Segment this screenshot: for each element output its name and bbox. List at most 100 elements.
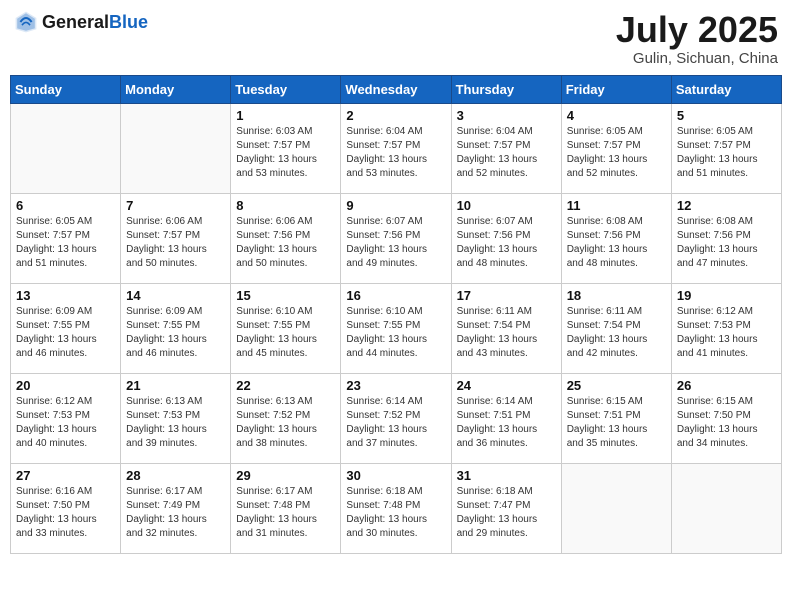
day-number: 20 bbox=[16, 378, 115, 393]
day-number: 27 bbox=[16, 468, 115, 483]
day-number: 4 bbox=[567, 108, 666, 123]
day-info: Sunrise: 6:18 AM Sunset: 7:48 PM Dayligh… bbox=[346, 485, 445, 541]
calendar-day-cell: 16 Sunrise: 6:10 AM Sunset: 7:55 PM Dayli… bbox=[341, 283, 451, 373]
day-info: Sunrise: 6:05 AM Sunset: 7:57 PM Dayligh… bbox=[567, 125, 666, 181]
day-info: Sunrise: 6:03 AM Sunset: 7:57 PM Dayligh… bbox=[236, 125, 335, 181]
calendar-day-cell: 23 Sunrise: 6:14 AM Sunset: 7:52 PM Dayli… bbox=[341, 373, 451, 463]
calendar-week-row: 27 Sunrise: 6:16 AM Sunset: 7:50 PM Dayli… bbox=[11, 463, 782, 553]
day-number: 25 bbox=[567, 378, 666, 393]
calendar-day-cell: 14 Sunrise: 6:09 AM Sunset: 7:55 PM Dayli… bbox=[121, 283, 231, 373]
day-info: Sunrise: 6:13 AM Sunset: 7:53 PM Dayligh… bbox=[126, 395, 225, 451]
day-info: Sunrise: 6:12 AM Sunset: 7:53 PM Dayligh… bbox=[677, 305, 776, 361]
calendar-day-cell: 24Sunrise: 6:14 AM Sunset: 7:51 PM Dayli… bbox=[451, 373, 561, 463]
day-number: 5 bbox=[677, 108, 776, 123]
calendar-day-cell: 28Sunrise: 6:17 AM Sunset: 7:49 PM Dayli… bbox=[121, 463, 231, 553]
day-info: Sunrise: 6:05 AM Sunset: 7:57 PM Dayligh… bbox=[677, 125, 776, 181]
month-title: July 2025 bbox=[616, 10, 778, 50]
day-number: 13 bbox=[16, 288, 115, 303]
calendar-day-cell: 9Sunrise: 6:07 AM Sunset: 7:56 PM Daylig… bbox=[341, 193, 451, 283]
calendar-day-cell: 12 Sunrise: 6:08 AM Sunset: 7:56 PM Dayli… bbox=[671, 193, 781, 283]
title-block: July 2025 Gulin, Sichuan, China bbox=[616, 10, 778, 67]
calendar-day-cell: 27 Sunrise: 6:16 AM Sunset: 7:50 PM Dayli… bbox=[11, 463, 121, 553]
day-info: Sunrise: 6:11 AM Sunset: 7:54 PM Dayligh… bbox=[457, 305, 556, 361]
day-info: Sunrise: 6:04 AM Sunset: 7:57 PM Dayligh… bbox=[457, 125, 556, 181]
day-info: Sunrise: 6:11 AM Sunset: 7:54 PM Dayligh… bbox=[567, 305, 666, 361]
calendar-day-cell: 13Sunrise: 6:09 AM Sunset: 7:55 PM Dayli… bbox=[11, 283, 121, 373]
day-info: Sunrise: 6:08 AM Sunset: 7:56 PM Dayligh… bbox=[567, 215, 666, 271]
day-info: Sunrise: 6:09 AM Sunset: 7:55 PM Dayligh… bbox=[126, 305, 225, 361]
calendar-day-cell: 20 Sunrise: 6:12 AM Sunset: 7:53 PM Dayli… bbox=[11, 373, 121, 463]
calendar-day-cell: 19 Sunrise: 6:12 AM Sunset: 7:53 PM Dayli… bbox=[671, 283, 781, 373]
calendar-day-cell: 17 Sunrise: 6:11 AM Sunset: 7:54 PM Dayli… bbox=[451, 283, 561, 373]
weekday-header-cell: Tuesday bbox=[231, 75, 341, 103]
day-number: 15 bbox=[236, 288, 335, 303]
day-number: 22 bbox=[236, 378, 335, 393]
calendar-day-cell: 21 Sunrise: 6:13 AM Sunset: 7:53 PM Dayli… bbox=[121, 373, 231, 463]
calendar-body: 1 Sunrise: 6:03 AM Sunset: 7:57 PM Daylig… bbox=[11, 103, 782, 553]
day-info: Sunrise: 6:08 AM Sunset: 7:56 PM Dayligh… bbox=[677, 215, 776, 271]
weekday-header-cell: Sunday bbox=[11, 75, 121, 103]
day-number: 17 bbox=[457, 288, 556, 303]
day-info: Sunrise: 6:15 AM Sunset: 7:50 PM Dayligh… bbox=[677, 395, 776, 451]
calendar-day-cell: 15 Sunrise: 6:10 AM Sunset: 7:55 PM Dayli… bbox=[231, 283, 341, 373]
day-number: 16 bbox=[346, 288, 445, 303]
calendar-day-cell: 5 Sunrise: 6:05 AM Sunset: 7:57 PM Daylig… bbox=[671, 103, 781, 193]
day-number: 7 bbox=[126, 198, 225, 213]
day-number: 26 bbox=[677, 378, 776, 393]
day-number: 2 bbox=[346, 108, 445, 123]
day-number: 23 bbox=[346, 378, 445, 393]
day-number: 21 bbox=[126, 378, 225, 393]
weekday-header-cell: Friday bbox=[561, 75, 671, 103]
day-number: 24 bbox=[457, 378, 556, 393]
location-title: Gulin, Sichuan, China bbox=[616, 50, 778, 67]
day-info: Sunrise: 6:14 AM Sunset: 7:52 PM Dayligh… bbox=[346, 395, 445, 451]
calendar-day-cell: 22Sunrise: 6:13 AM Sunset: 7:52 PM Dayli… bbox=[231, 373, 341, 463]
logo-general: General bbox=[42, 12, 109, 32]
day-info: Sunrise: 6:06 AM Sunset: 7:56 PM Dayligh… bbox=[236, 215, 335, 271]
day-info: Sunrise: 6:10 AM Sunset: 7:55 PM Dayligh… bbox=[346, 305, 445, 361]
day-info: Sunrise: 6:16 AM Sunset: 7:50 PM Dayligh… bbox=[16, 485, 115, 541]
calendar-week-row: 6 Sunrise: 6:05 AM Sunset: 7:57 PM Daylig… bbox=[11, 193, 782, 283]
calendar-day-cell bbox=[121, 103, 231, 193]
calendar-day-cell: 7 Sunrise: 6:06 AM Sunset: 7:57 PM Daylig… bbox=[121, 193, 231, 283]
calendar-day-cell: 26 Sunrise: 6:15 AM Sunset: 7:50 PM Dayli… bbox=[671, 373, 781, 463]
day-number: 14 bbox=[126, 288, 225, 303]
logo-text: GeneralBlue bbox=[42, 12, 148, 33]
calendar-week-row: 13 Sunrise: 6:09 AM Sunset: 7:55 PM Dayli… bbox=[11, 283, 782, 373]
calendar-day-cell: 18 Sunrise: 6:11 AM Sunset: 7:54 PM Dayli… bbox=[561, 283, 671, 373]
day-info: Sunrise: 6:10 AM Sunset: 7:55 PM Dayligh… bbox=[236, 305, 335, 361]
calendar-week-row: 1 Sunrise: 6:03 AM Sunset: 7:57 PM Daylig… bbox=[11, 103, 782, 193]
day-info: Sunrise: 6:07 AM Sunset: 7:56 PM Dayligh… bbox=[346, 215, 445, 271]
day-number: 12 bbox=[677, 198, 776, 213]
calendar-day-cell bbox=[11, 103, 121, 193]
calendar-day-cell: 3 Sunrise: 6:04 AM Sunset: 7:57 PM Daylig… bbox=[451, 103, 561, 193]
day-info: Sunrise: 6:12 AM Sunset: 7:53 PM Dayligh… bbox=[16, 395, 115, 451]
day-number: 8 bbox=[236, 198, 335, 213]
day-info: Sunrise: 6:05 AM Sunset: 7:57 PM Dayligh… bbox=[16, 215, 115, 271]
calendar-day-cell: 25Sunrise: 6:15 AM Sunset: 7:51 PM Dayli… bbox=[561, 373, 671, 463]
day-number: 19 bbox=[677, 288, 776, 303]
day-info: Sunrise: 6:17 AM Sunset: 7:48 PM Dayligh… bbox=[236, 485, 335, 541]
weekday-header-cell: Saturday bbox=[671, 75, 781, 103]
day-info: Sunrise: 6:06 AM Sunset: 7:57 PM Dayligh… bbox=[126, 215, 225, 271]
calendar-day-cell: 10Sunrise: 6:07 AM Sunset: 7:56 PM Dayli… bbox=[451, 193, 561, 283]
calendar-day-cell: 30Sunrise: 6:18 AM Sunset: 7:48 PM Dayli… bbox=[341, 463, 451, 553]
calendar-day-cell: 11Sunrise: 6:08 AM Sunset: 7:56 PM Dayli… bbox=[561, 193, 671, 283]
day-number: 1 bbox=[236, 108, 335, 123]
calendar-table: SundayMondayTuesdayWednesdayThursdayFrid… bbox=[10, 75, 782, 554]
weekday-header-cell: Monday bbox=[121, 75, 231, 103]
weekday-header-cell: Wednesday bbox=[341, 75, 451, 103]
page-header: GeneralBlue July 2025 Gulin, Sichuan, Ch… bbox=[10, 10, 782, 67]
day-number: 31 bbox=[457, 468, 556, 483]
day-number: 3 bbox=[457, 108, 556, 123]
day-number: 18 bbox=[567, 288, 666, 303]
day-info: Sunrise: 6:17 AM Sunset: 7:49 PM Dayligh… bbox=[126, 485, 225, 541]
logo: GeneralBlue bbox=[14, 10, 148, 34]
day-info: Sunrise: 6:18 AM Sunset: 7:47 PM Dayligh… bbox=[457, 485, 556, 541]
calendar-day-cell: 1 Sunrise: 6:03 AM Sunset: 7:57 PM Daylig… bbox=[231, 103, 341, 193]
calendar-day-cell: 2Sunrise: 6:04 AM Sunset: 7:57 PM Daylig… bbox=[341, 103, 451, 193]
day-number: 6 bbox=[16, 198, 115, 213]
calendar-day-cell: 4 Sunrise: 6:05 AM Sunset: 7:57 PM Daylig… bbox=[561, 103, 671, 193]
day-number: 29 bbox=[236, 468, 335, 483]
day-number: 10 bbox=[457, 198, 556, 213]
